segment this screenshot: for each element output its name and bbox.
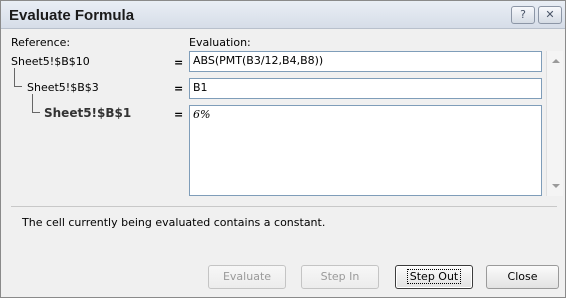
equals-sign: = (174, 56, 184, 69)
reference-sheet5-b3: Sheet5!$B$3 (27, 81, 99, 94)
evaluation-scrollbar[interactable] (546, 51, 563, 196)
close-button[interactable]: Close (486, 265, 559, 289)
close-icon: ✕ (545, 8, 555, 21)
help-icon: ? (520, 8, 526, 21)
evaluation-field-b3: B1 (189, 78, 542, 99)
tree-connector (32, 94, 40, 113)
evaluation-field-b1: 6% (189, 105, 542, 196)
dialog-title: Evaluate Formula (9, 7, 135, 24)
reference-sheet5-b1: Sheet5!$B$1 (44, 106, 132, 120)
evaluate-formula-dialog: Evaluate Formula ? ✕ Reference: Evaluati… (0, 0, 566, 298)
separator (11, 206, 557, 207)
reference-sheet5-b10: Sheet5!$B$10 (11, 55, 90, 68)
evaluate-button[interactable]: Evaluate (208, 265, 286, 289)
step-in-button[interactable]: Step In (301, 265, 379, 289)
status-message: The cell currently being evaluated conta… (22, 216, 326, 229)
reference-label: Reference: (11, 36, 71, 49)
equals-sign: = (174, 108, 184, 121)
title-bar[interactable]: Evaluate Formula ? ✕ (1, 1, 565, 29)
evaluation-label: Evaluation: (189, 36, 251, 49)
equals-sign: = (174, 82, 184, 95)
evaluation-field-b10: ABS(PMT(B3/12,B4,B8)) (189, 51, 542, 72)
close-window-button[interactable]: ✕ (538, 6, 562, 24)
tree-connector (14, 68, 22, 87)
chevron-up-icon[interactable] (552, 59, 560, 63)
chevron-down-icon[interactable] (552, 184, 560, 188)
step-out-button[interactable]: Step Out (395, 265, 473, 289)
help-button[interactable]: ? (511, 6, 535, 24)
